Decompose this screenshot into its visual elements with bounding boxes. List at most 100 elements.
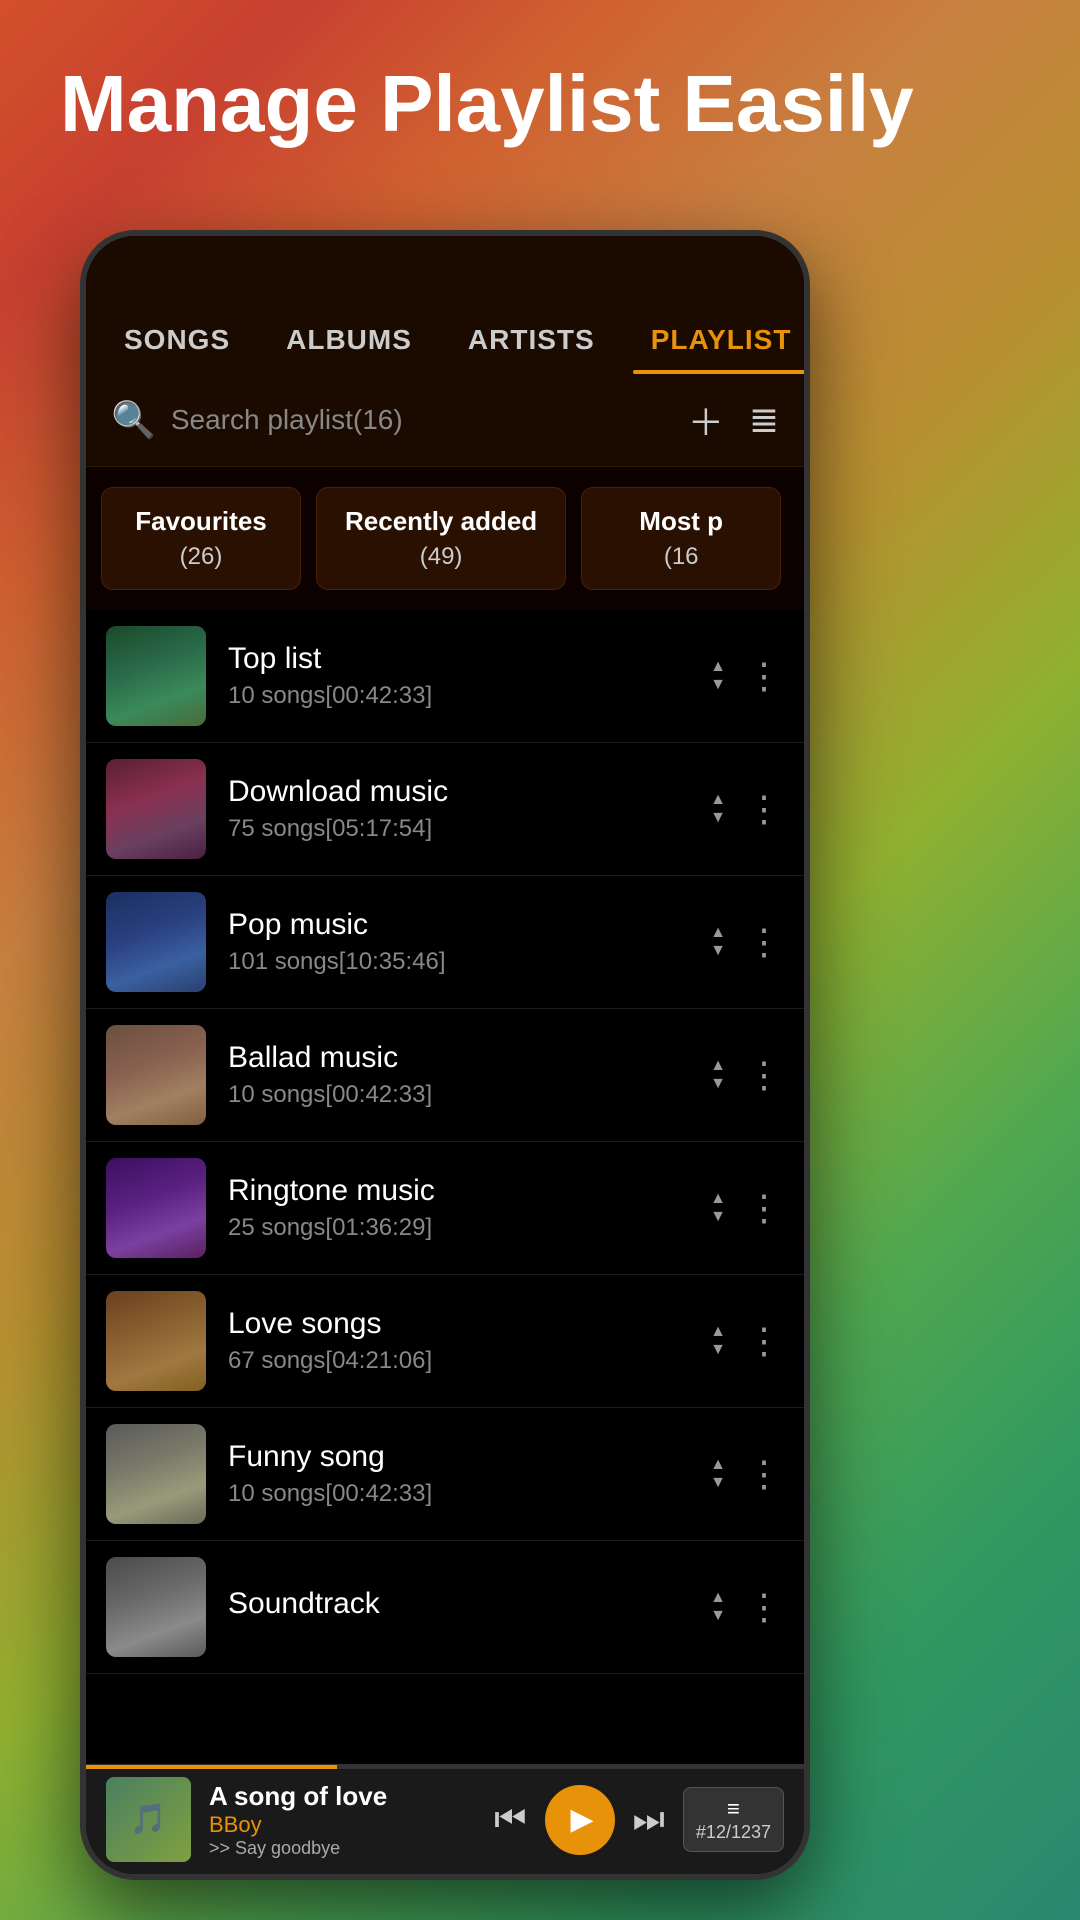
playlist-thumbnail (106, 1424, 206, 1524)
queue-button[interactable]: ≡ #12/1237 (683, 1787, 784, 1852)
playlist-actions: ⋮ (710, 1187, 784, 1229)
playlist-thumbnail (106, 1025, 206, 1125)
playlist-name: Ballad music (228, 1041, 710, 1075)
search-icon: 🔍 (111, 399, 156, 441)
more-options-icon[interactable]: ⋮ (746, 1453, 784, 1495)
more-options-icon[interactable]: ⋮ (746, 1586, 784, 1628)
sort-handle-icon[interactable] (710, 1590, 726, 1624)
playlist-meta: 10 songs[00:42:33] (228, 1480, 710, 1508)
playlist-thumbnail (106, 759, 206, 859)
playlist-info: Pop music 101 songs[10:35:46] (228, 908, 710, 976)
playlist-name: Funny song (228, 1440, 710, 1474)
playlist-actions: ⋮ (710, 1054, 784, 1096)
playlist-name: Download music (228, 775, 710, 809)
list-item[interactable]: Top list 10 songs[00:42:33] ⋮ (86, 610, 804, 743)
player-artist: BBoy (209, 1812, 476, 1838)
sort-handle-icon[interactable] (710, 1058, 726, 1092)
playlist-actions: ⋮ (710, 655, 784, 697)
tab-artists[interactable]: ARTISTS (440, 296, 623, 374)
playlist-thumbnail (106, 1291, 206, 1391)
playlist-actions: ⋮ (710, 1586, 784, 1628)
tabs-bar: SONGS ALBUMS ARTISTS PLAYLIST BOOK (86, 236, 804, 374)
playlist-actions: ⋮ (710, 788, 784, 830)
search-actions: ＋ ≣ (688, 394, 779, 446)
playlist-meta: 67 songs[04:21:06] (228, 1347, 710, 1375)
playlist-thumbnail (106, 626, 206, 726)
list-item[interactable]: Ringtone music 25 songs[01:36:29] ⋮ (86, 1142, 804, 1275)
quick-playlist-recently[interactable]: Recently added (49) (316, 487, 566, 590)
sort-handle-icon[interactable] (710, 792, 726, 826)
search-bar: 🔍 Search playlist(16) ＋ ≣ (86, 374, 804, 467)
more-options-icon[interactable]: ⋮ (746, 921, 784, 963)
list-item[interactable]: Download music 75 songs[05:17:54] ⋮ (86, 743, 804, 876)
playlist-info: Top list 10 songs[00:42:33] (228, 642, 710, 710)
playlist-meta: 75 songs[05:17:54] (228, 815, 710, 843)
more-options-icon[interactable]: ⋮ (746, 1187, 784, 1229)
prev-button[interactable]: ⏮ (494, 1798, 526, 1841)
player-controls: ⏮ ▶ ⏭ ≡ #12/1237 (494, 1785, 784, 1855)
queue-icon: ≡ (696, 1796, 771, 1822)
playlist-info: Soundtrack (228, 1587, 710, 1627)
progress-fill (86, 1765, 337, 1769)
quick-playlist-count: (26) (130, 543, 272, 571)
playlist-meta: 25 songs[01:36:29] (228, 1214, 710, 1242)
more-options-icon[interactable]: ⋮ (746, 1054, 784, 1096)
more-options-icon[interactable]: ⋮ (746, 1320, 784, 1362)
playlist-info: Download music 75 songs[05:17:54] (228, 775, 710, 843)
playlist-thumbnail (106, 1158, 206, 1258)
playlist-meta: 10 songs[00:42:33] (228, 1081, 710, 1109)
sort-button[interactable]: ≣ (749, 399, 779, 441)
playlist-list: Top list 10 songs[00:42:33] ⋮ Download m… (86, 610, 804, 1764)
quick-playlist-name: Favourites (130, 506, 272, 537)
playlist-meta: 101 songs[10:35:46] (228, 948, 710, 976)
player-thumbnail: 🎵 (106, 1777, 191, 1862)
playlist-name: Love songs (228, 1307, 710, 1341)
bottom-player: 🎵 A song of love BBoy >> Say goodbye ⏮ ▶… (86, 1764, 804, 1874)
playlist-actions: ⋮ (710, 1453, 784, 1495)
quick-playlist-name: Most p (610, 506, 752, 537)
quick-playlist-name: Recently added (345, 506, 537, 537)
player-title: A song of love (209, 1781, 476, 1812)
more-options-icon[interactable]: ⋮ (746, 655, 784, 697)
list-item[interactable]: Pop music 101 songs[10:35:46] ⋮ (86, 876, 804, 1009)
list-item[interactable]: Ballad music 10 songs[00:42:33] ⋮ (86, 1009, 804, 1142)
list-item[interactable]: Soundtrack ⋮ (86, 1541, 804, 1674)
play-icon: ▶ (570, 1802, 593, 1837)
sort-handle-icon[interactable] (710, 1324, 726, 1358)
search-input[interactable]: Search playlist(16) (171, 404, 688, 436)
sort-handle-icon[interactable] (710, 925, 726, 959)
quick-playlist-count: (49) (345, 543, 537, 571)
list-item[interactable]: Love songs 67 songs[04:21:06] ⋮ (86, 1275, 804, 1408)
playlist-info: Ballad music 10 songs[00:42:33] (228, 1041, 710, 1109)
queue-count: #12/1237 (696, 1822, 771, 1843)
playlist-info: Ringtone music 25 songs[01:36:29] (228, 1174, 710, 1242)
sort-handle-icon[interactable] (710, 659, 726, 693)
quick-playlist-count: (16 (610, 543, 752, 571)
phone-container: SONGS ALBUMS ARTISTS PLAYLIST BOOK 🔍 Sea… (80, 230, 810, 1880)
progress-bar (86, 1765, 804, 1769)
quick-playlist-favourites[interactable]: Favourites (26) (101, 487, 301, 590)
list-item[interactable]: Funny song 10 songs[00:42:33] ⋮ (86, 1408, 804, 1541)
tab-albums[interactable]: ALBUMS (258, 296, 440, 374)
tab-songs[interactable]: SONGS (96, 296, 258, 374)
play-button[interactable]: ▶ (545, 1785, 615, 1855)
playlist-thumbnail (106, 1557, 206, 1657)
player-info: A song of love BBoy >> Say goodbye (209, 1781, 476, 1859)
more-options-icon[interactable]: ⋮ (746, 788, 784, 830)
playlist-meta: 10 songs[00:42:33] (228, 682, 710, 710)
sort-handle-icon[interactable] (710, 1457, 726, 1491)
player-saybye: >> Say goodbye (209, 1838, 476, 1859)
sort-handle-icon[interactable] (710, 1191, 726, 1225)
page-title: Manage Playlist Easily (60, 60, 914, 148)
playlist-actions: ⋮ (710, 1320, 784, 1362)
quick-playlist-most[interactable]: Most p (16 (581, 487, 781, 590)
playlist-name: Top list (228, 642, 710, 676)
playlist-name: Pop music (228, 908, 710, 942)
phone-screen: SONGS ALBUMS ARTISTS PLAYLIST BOOK 🔍 Sea… (86, 236, 804, 1874)
add-playlist-button[interactable]: ＋ (688, 394, 724, 446)
quick-playlists: Favourites (26) Recently added (49) Most… (86, 467, 804, 610)
playlist-name: Soundtrack (228, 1587, 710, 1621)
playlist-info: Funny song 10 songs[00:42:33] (228, 1440, 710, 1508)
tab-playlist[interactable]: PLAYLIST (623, 296, 804, 374)
next-button[interactable]: ⏭ (633, 1798, 665, 1841)
